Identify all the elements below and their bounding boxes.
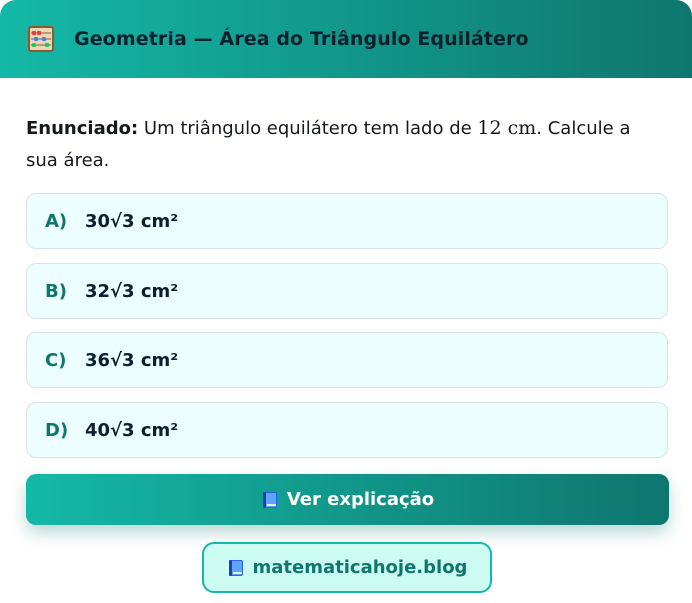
blog-link-label: matematicahoje.blog [252,557,468,578]
blog-link[interactable]: matematicahoje.blog [202,542,492,593]
show-explanation-button[interactable]: Ver explicação [26,474,669,525]
question-statement: Enunciado: Um triângulo equilátero tem l… [26,112,666,177]
quiz-header: Geometria — Área do Triângulo Equilátero [0,0,692,78]
option-letter: C) [45,349,67,371]
book-icon [228,559,243,576]
option-letter: D) [45,419,69,441]
page-title: Geometria — Área do Triângulo Equilátero [74,28,529,50]
option-d[interactable]: D) 40√3 cm² [26,402,668,458]
statement-text-before: Um triângulo equilátero tem lado de [138,118,478,139]
option-b[interactable]: B) 32√3 cm² [26,263,668,319]
option-text: 32√3 cm² [85,280,179,302]
option-c[interactable]: C) 36√3 cm² [26,332,668,388]
show-explanation-label: Ver explicação [286,489,435,510]
abacus-icon [28,26,54,52]
option-text: 36√3 cm² [85,349,179,371]
option-text: 30√3 cm² [85,210,179,232]
statement-math: 12 cm [477,117,537,139]
statement-label: Enunciado: [26,118,139,139]
option-a[interactable]: A) 30√3 cm² [26,193,668,249]
book-icon [262,491,277,508]
option-text: 40√3 cm² [85,419,179,441]
option-letter: B) [45,280,67,302]
option-letter: A) [45,210,68,232]
quiz-card: Geometria — Área do Triângulo Equilátero… [0,0,692,603]
